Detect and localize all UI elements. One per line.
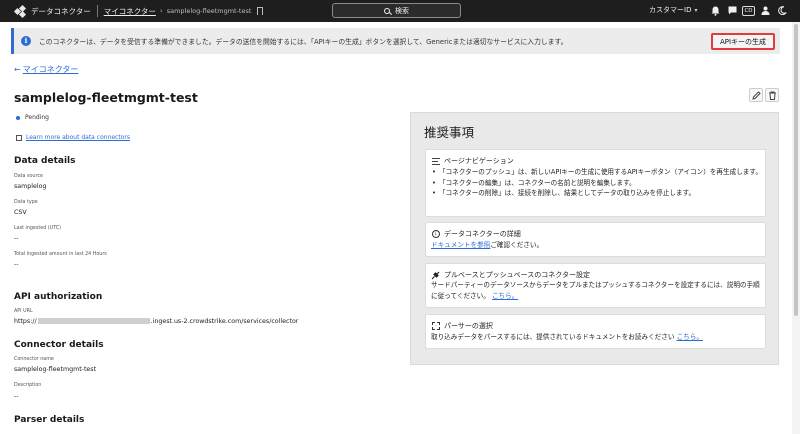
total-ingested-label: Total ingested amount in last 24 Hours [14, 252, 107, 257]
api-url-value[interactable]: https:// .ingest.us-2.crowdstrike.com/ser… [14, 318, 298, 325]
data-details-heading: Data details [14, 156, 76, 166]
back-link-label: マイコネクター [22, 65, 79, 74]
vertical-scrollbar[interactable] [792, 22, 800, 434]
breadcrumb-chevron-icon: › [159, 7, 163, 15]
api-url-label: API URL [14, 309, 33, 314]
data-source-label: Data source [14, 174, 43, 179]
api-url-prefix: https:// [14, 318, 37, 325]
page-title: samplelog-fleetmgmt-test [14, 90, 198, 105]
data-type-label: Data type [14, 200, 38, 205]
connector-name-label: Connector name [14, 357, 54, 362]
parser-link[interactable]: こちら。 [677, 333, 703, 341]
status-indicator: Pending [16, 114, 49, 121]
page-navigation-list: 「コネクターのプッシュ」は、新しいAPIキーの生成に使用するAPIキーボタン（ア… [431, 167, 763, 199]
description-value: -- [14, 393, 19, 400]
list-item: 「コネクターの編集」は、コネクターの名前と説明を編集します。 [431, 178, 763, 189]
documentation-link[interactable]: ドキュメントを参照 [431, 241, 490, 249]
customer-id-dropdown[interactable]: カスタマーID ▾ [649, 5, 697, 15]
page-navigation-header: ページナビゲーション [431, 156, 514, 166]
connector-details-heading: Connector details [14, 340, 104, 350]
user-avatar-icon[interactable] [759, 4, 772, 17]
total-ingested-value: -- [14, 261, 19, 268]
connector-detail-suffix: ご確認ください。 [490, 241, 544, 249]
parser-icon: · [431, 322, 440, 331]
connector-detail-card: i データコネクターの詳細 ドキュメントを参照ご確認ください。 [425, 222, 766, 257]
last-ingested-value: -- [14, 235, 19, 242]
list-lines-icon [431, 157, 440, 166]
app-title[interactable]: データコネクター [31, 6, 91, 17]
last-ingested-label: Last ingested (UTC) [14, 226, 62, 231]
api-authorization-heading: API authorization [14, 292, 103, 302]
plug-icon [431, 271, 440, 280]
recommendations-panel: 推奨事項 ページナビゲーション 「コネクターのプッシュ」は、新しいAPIキーの生… [410, 112, 779, 365]
help-icon[interactable] [726, 4, 739, 17]
banner-message: このコネクターは、データを受信する準備ができました。データの送信を開始するには、… [39, 38, 568, 46]
pull-push-header: プルベースとプッシュベースのコネクター設定 [431, 270, 590, 280]
parser-title: パーサーの選択 [444, 322, 493, 330]
info-circle-icon: i [431, 230, 440, 239]
parser-details-heading: Parser details [14, 415, 85, 425]
pull-push-body: サードパーティーのデータソースからデータをプルまたはプッシュするコネクターを設定… [431, 280, 763, 301]
pull-push-card: プルベースとプッシュベースのコネクター設定 サードパーティーのデータソースからデ… [425, 263, 766, 308]
recommendations-heading: 推奨事項 [424, 125, 475, 140]
connector-name-value: samplelog-fleetmgmt-test [14, 366, 97, 373]
page-navigation-card: ページナビゲーション 「コネクターのプッシュ」は、新しいAPIキーの生成に使用す… [425, 149, 766, 217]
redacted-host [37, 318, 150, 324]
external-link-icon [16, 134, 22, 141]
description-label: Description [14, 383, 42, 388]
parser-card: · パーサーの選択 取り込みデータをパースするには、提供されているドキュメントを… [425, 314, 766, 349]
pencil-icon [751, 90, 761, 100]
connector-detail-body: ドキュメントを参照ご確認ください。 [431, 240, 763, 251]
notifications-bell-icon[interactable] [709, 4, 722, 17]
chevron-down-icon: ▾ [694, 6, 698, 14]
learn-more-link[interactable]: Learn more about data connectors [16, 134, 130, 141]
connector-detail-title: データコネクターの詳細 [444, 230, 521, 238]
cd-badge-icon[interactable]: CD [742, 4, 755, 17]
data-source-value: samplelog [14, 183, 47, 190]
connector-detail-header: i データコネクターの詳細 [431, 229, 521, 239]
parser-body: 取り込みデータをパースするには、提供されているドキュメントをお読みください こち… [431, 332, 763, 343]
breadcrumb-my-connectors[interactable]: マイコネクター [104, 6, 156, 17]
learn-more-label: Learn more about data connectors [26, 134, 130, 141]
bookmark-icon[interactable] [257, 7, 264, 15]
pull-push-text: サードパーティーのデータソースからデータをプルまたはプッシュするコネクターを設定… [431, 281, 760, 300]
delete-connector-button[interactable] [765, 88, 779, 102]
parser-text: 取り込みデータをパースするには、提供されているドキュメントをお読みください [431, 333, 675, 341]
status-text: Pending [25, 114, 49, 121]
search-icon [384, 7, 390, 14]
page-navigation-title: ページナビゲーション [444, 157, 514, 165]
arrow-left-icon: ← [14, 65, 21, 74]
list-item: 「コネクターのプッシュ」は、新しいAPIキーの生成に使用するAPIキーボタン（ア… [431, 167, 763, 178]
info-banner: i このコネクターは、データを受信する準備ができました。データの送信を開始するに… [11, 28, 780, 54]
search-label: 検索 [395, 6, 409, 15]
generate-api-key-button[interactable]: APIキーの生成 [711, 33, 775, 50]
breadcrumb-current: samplelog-fleetmgmt-test [166, 7, 252, 15]
parser-header: · パーサーの選択 [431, 321, 493, 331]
customer-id-label: カスタマーID [649, 6, 692, 14]
back-link[interactable]: ← マイコネクター [14, 64, 78, 75]
info-icon: i [21, 36, 31, 46]
pull-push-link[interactable]: こちら。 [492, 292, 518, 300]
scrollbar-thumb[interactable] [794, 24, 798, 316]
trash-icon [768, 91, 776, 100]
pull-push-title: プルベースとプッシュベースのコネクター設定 [444, 271, 591, 279]
theme-toggle-moon-icon[interactable] [776, 4, 789, 17]
api-url-suffix: .ingest.us-2.crowdstrike.com/services/co… [150, 318, 299, 325]
edit-connector-button[interactable] [749, 88, 763, 102]
app-logo-icon[interactable] [13, 4, 27, 18]
divider [96, 5, 98, 17]
list-item: 「コネクターの削除」は、接続を削除し、結果としてデータの取り込みを停止します。 [431, 188, 763, 199]
search-button[interactable]: 検索 [332, 3, 461, 18]
data-type-value: CSV [14, 209, 27, 216]
status-dot-icon [16, 115, 20, 120]
